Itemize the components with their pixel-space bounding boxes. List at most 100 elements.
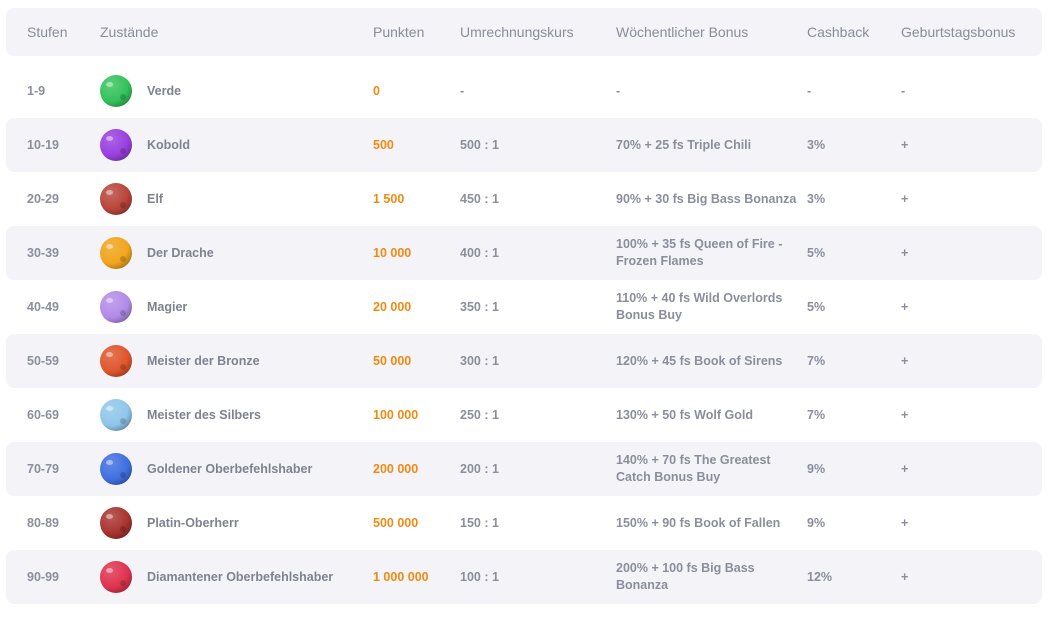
silver-planet-icon (100, 399, 132, 431)
points-value: 100 000 (373, 408, 419, 422)
birthday-bonus: + (901, 138, 909, 152)
table-row: 10-19 Kobold 500 500 : 1 70% + 25 fs Triple … (6, 118, 1042, 172)
status-cell: Meister der Bronze (100, 334, 365, 388)
cashback-value: 9% (807, 516, 826, 530)
level-range: 20-29 (27, 192, 59, 206)
cashback-value: 7% (807, 408, 826, 422)
status-cell: Der Drache (100, 226, 365, 280)
weekly-bonus: 90% + 30 fs Big Bass Bonanza (616, 191, 797, 206)
table-header: Stufen Zustände Punkten Umrechnungskurs … (6, 8, 1042, 56)
level-range: 1-9 (27, 84, 46, 98)
status-name: Meister des Silbers (147, 408, 261, 422)
status-name: Elf (147, 192, 163, 206)
birthday-bonus: - (901, 84, 906, 98)
level-range: 30-39 (27, 246, 59, 260)
golden-planet-icon (100, 237, 132, 269)
birthday-bonus: + (901, 408, 909, 422)
table-row: 80-89 Platin-Oberherr 500 000 150 : 1 150% +… (6, 496, 1042, 550)
levels-table: Stufen Zustände Punkten Umrechnungskurs … (6, 8, 1042, 604)
birthday-bonus: + (901, 354, 909, 368)
points-value: 20 000 (373, 300, 412, 314)
birthday-bonus: + (901, 300, 909, 314)
level-range: 80-89 (27, 516, 59, 530)
weekly-bonus: 120% + 45 fs Book of Sirens (616, 353, 783, 368)
weekly-bonus: 130% + 50 fs Wolf Gold (616, 407, 753, 422)
weekly-bonus: 100% + 35 fs Queen of Fire - Frozen Flam… (616, 237, 783, 268)
weekly-bonus: 140% + 70 fs The Greatest Catch Bonus Bu… (616, 453, 771, 484)
birthday-bonus: + (901, 246, 909, 260)
status-cell: Meister des Silbers (100, 388, 365, 442)
header-punkten: Punkten (373, 24, 425, 40)
rocky-red-planet-icon (100, 183, 132, 215)
table-row: 20-29 Elf 1 500 450 : 1 90% + 30 fs Big Bass… (6, 172, 1042, 226)
cashback-value: 12% (807, 570, 833, 584)
conversion-rate: 200 : 1 (460, 462, 499, 476)
status-cell: Goldener Oberbefehlshaber (100, 442, 365, 496)
status-cell: Platin-Oberherr (100, 496, 365, 550)
points-value: 50 000 (373, 354, 412, 368)
cashback-value: 5% (807, 246, 826, 260)
table-row: 60-69 Meister des Silbers 100 000 250 : 1 13… (6, 388, 1042, 442)
status-name: Meister der Bronze (147, 354, 260, 368)
conversion-rate: 450 : 1 (460, 192, 499, 206)
birthday-bonus: + (901, 192, 909, 206)
level-range: 10-19 (27, 138, 59, 152)
status-cell: Diamantener Oberbefehlshaber (100, 550, 365, 604)
header-geburtstagsbonus: Geburtstagsbonus (901, 24, 1016, 40)
bronze-planet-icon (100, 345, 132, 377)
birthday-bonus: + (901, 516, 909, 530)
level-range: 50-59 (27, 354, 59, 368)
weekly-bonus: 110% + 40 fs Wild Overlords Bonus Buy (616, 291, 783, 322)
header-cashback: Cashback (807, 24, 870, 40)
points-value: 1 500 (373, 192, 405, 206)
conversion-rate: 400 : 1 (460, 246, 499, 260)
table-row: 90-99 Diamantener Oberbefehlshaber 1 000 0… (6, 550, 1042, 604)
table-row: 30-39 Der Drache 10 000 400 : 1 100% + 35 fs… (6, 226, 1042, 280)
cashback-value: - (807, 84, 812, 98)
green-planet-icon (100, 75, 132, 107)
cashback-value: 3% (807, 192, 826, 206)
header-woechentlicher-bonus: Wöchentlicher Bonus (616, 23, 749, 40)
conversion-rate: 350 : 1 (460, 300, 499, 314)
level-range: 60-69 (27, 408, 59, 422)
points-value: 500 (373, 138, 394, 152)
status-cell: Elf (100, 172, 365, 226)
weekly-bonus: 70% + 25 fs Triple Chili (616, 137, 752, 152)
conversion-rate: - (460, 84, 465, 98)
cashback-value: 7% (807, 354, 826, 368)
header-stufen: Stufen (27, 24, 68, 40)
status-cell: Verde (100, 64, 365, 118)
blue-planet-icon (100, 453, 132, 485)
birthday-bonus: + (901, 462, 909, 476)
weekly-bonus: - (616, 83, 621, 98)
purple-planet-icon (100, 129, 132, 161)
header-zustaende: Zustände (100, 24, 159, 40)
level-range: 90-99 (27, 570, 59, 584)
status-name: Platin-Oberherr (147, 516, 239, 530)
status-name: Magier (147, 300, 188, 314)
conversion-rate: 500 : 1 (460, 138, 499, 152)
table-row: 50-59 Meister der Bronze 50 000 300 : 1 120%… (6, 334, 1042, 388)
status-cell: Magier (100, 280, 365, 334)
table-row: 70-79 Goldener Oberbefehlshaber 200 000 200… (6, 442, 1042, 496)
points-value: 0 (373, 84, 380, 98)
weekly-bonus: 150% + 90 fs Book of Fallen (616, 515, 781, 530)
lilac-moon-icon (100, 291, 132, 323)
cashback-value: 9% (807, 462, 826, 476)
weekly-bonus: 200% + 100 fs Big Bass Bonanza (616, 561, 755, 592)
level-range: 40-49 (27, 300, 59, 314)
crimson-planet-icon (100, 507, 132, 539)
conversion-rate: 300 : 1 (460, 354, 499, 368)
status-name: Der Drache (147, 246, 214, 260)
conversion-rate: 150 : 1 (460, 516, 499, 530)
points-value: 10 000 (373, 246, 412, 260)
level-range: 70-79 (27, 462, 59, 476)
status-cell: Kobold (100, 118, 365, 172)
status-name: Kobold (147, 138, 191, 152)
header-umrechnungskurs: Umrechnungskurs (460, 24, 574, 40)
status-name: Goldener Oberbefehlshaber (147, 462, 313, 476)
birthday-bonus: + (901, 570, 909, 584)
points-value: 500 000 (373, 516, 419, 530)
points-value: 200 000 (373, 462, 419, 476)
conversion-rate: 100 : 1 (460, 570, 499, 584)
